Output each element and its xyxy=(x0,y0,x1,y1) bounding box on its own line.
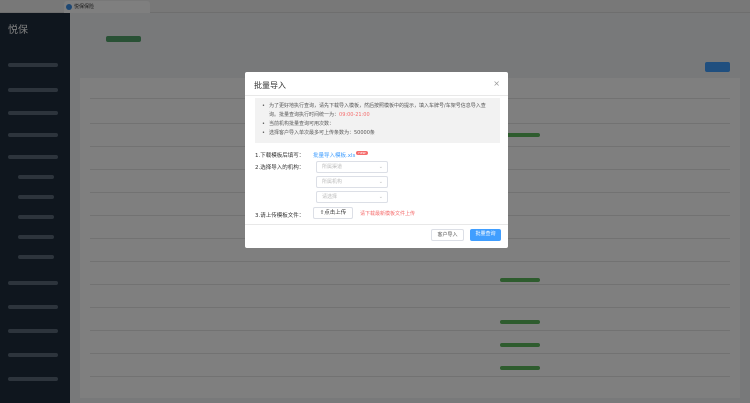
info-line: 当前机构批量查询可用次数： xyxy=(261,120,494,129)
dialog-title: 批量导入 xyxy=(254,81,286,90)
step1-label: 1.下载模板后填写： xyxy=(255,153,305,159)
new-badge: new xyxy=(356,151,368,155)
divider xyxy=(245,224,508,225)
upload-hint: 请下载最新模板文件上传 xyxy=(360,211,416,217)
step2-label: 2.选择导入的机构： xyxy=(255,165,305,171)
step3-label: 3.请上传模板文件： xyxy=(255,213,305,219)
divider xyxy=(245,95,508,96)
chevron-down-icon: ⌄ xyxy=(378,194,383,200)
info-notice: 为了更好地执行查询，请先下载导入模板，然后按照模板中的提示，填入车牌号/车架号信… xyxy=(255,98,500,143)
chevron-down-icon: ⌄ xyxy=(378,179,383,185)
batch-query-button[interactable]: 批量查询 xyxy=(470,229,501,241)
chevron-down-icon: ⌄ xyxy=(378,164,383,170)
info-line: 选择客户导入单次最多可上传条数为：50000条 xyxy=(261,129,494,138)
customer-import-button[interactable]: 客户导入 xyxy=(431,229,464,241)
channel-select[interactable]: 所属渠道 ⌄ xyxy=(316,161,388,173)
organization-select[interactable]: 所属机构 ⌄ xyxy=(316,176,388,188)
sub-select[interactable]: 请选择 ⌄ xyxy=(316,191,388,203)
batch-import-dialog: 批量导入 × 为了更好地执行查询，请先下载导入模板，然后按照模板中的提示，填入车… xyxy=(245,72,508,248)
info-line: 为了更好地执行查询，请先下载导入模板，然后按照模板中的提示，填入车牌号/车架号信… xyxy=(261,102,494,120)
template-download-link[interactable]: 批量导入模板.xls new xyxy=(313,151,368,159)
close-icon[interactable]: × xyxy=(493,79,500,88)
upload-button[interactable]: ⇧点击上传 xyxy=(313,207,353,219)
